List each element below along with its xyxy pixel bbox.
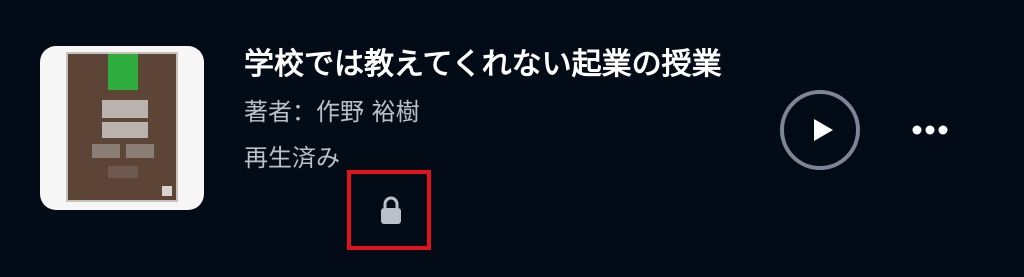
playback-status-label: 再生済み xyxy=(244,143,340,172)
book-cover-image xyxy=(66,52,178,202)
book-title: 学校では教えてくれない起業の授業 xyxy=(244,47,722,82)
book-cover-thumbnail xyxy=(40,46,204,210)
playback-status: 再生済み xyxy=(244,138,764,172)
book-author: 著者：作野 裕樹 xyxy=(244,98,420,126)
play-button[interactable] xyxy=(780,90,860,170)
more-options-button[interactable] xyxy=(906,112,954,148)
lock-highlight-box xyxy=(347,170,431,250)
book-info: 学校では教えてくれない起業の授業 著者：作野 裕樹 再生済み xyxy=(244,44,764,172)
more-horizontal-icon xyxy=(912,125,948,135)
play-icon xyxy=(813,119,833,141)
audiobook-list-item[interactable]: 学校では教えてくれない起業の授業 著者：作野 裕樹 再生済み xyxy=(0,0,1024,277)
